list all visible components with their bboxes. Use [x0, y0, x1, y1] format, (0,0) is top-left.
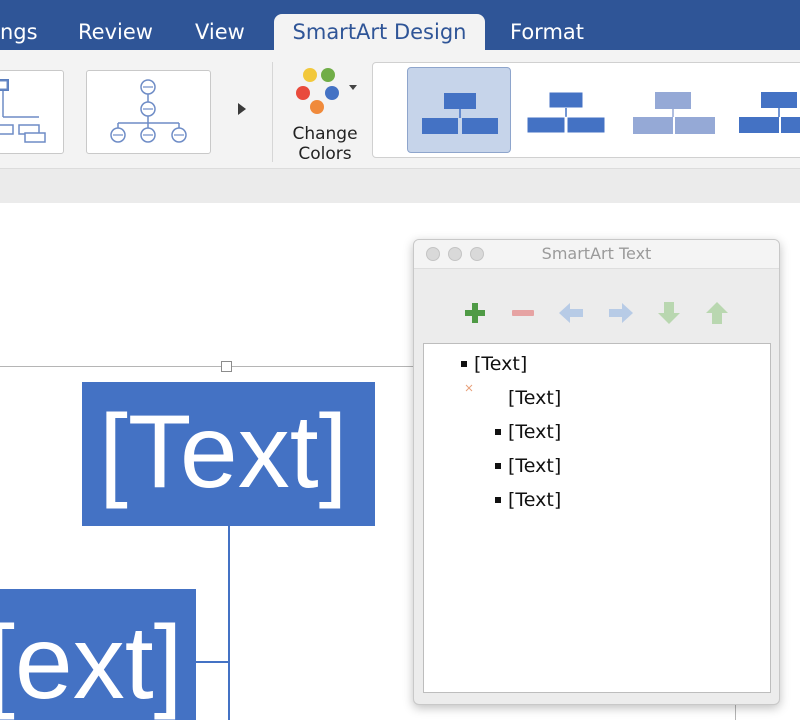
arrow-right-icon: [609, 303, 633, 323]
connector-line: [196, 661, 229, 663]
org-chart-style-icon: [422, 93, 498, 134]
selection-frame-border: [0, 366, 413, 367]
move-up-button[interactable]: [702, 300, 732, 326]
list-item[interactable]: [Text]: [474, 352, 527, 376]
move-down-button[interactable]: [654, 300, 684, 326]
resize-handle[interactable]: [221, 361, 232, 372]
circle-hierarchy-layout-icon: [110, 79, 187, 143]
add-bullet-button[interactable]: [460, 300, 490, 326]
demote-button[interactable]: [606, 300, 636, 326]
style-thumbnail-simple-fill[interactable]: [407, 67, 511, 153]
change-colors-label-line2: Colors: [298, 144, 352, 164]
list-item[interactable]: [Text]: [508, 454, 561, 478]
list-item[interactable]: [Text]: [508, 386, 561, 410]
style-thumbnail-moderate-effect[interactable]: [729, 67, 800, 153]
layout-gallery-next-button[interactable]: [232, 94, 252, 124]
smartart-child-shape[interactable]: [ext]: [0, 589, 196, 720]
tab-format[interactable]: Format: [510, 14, 584, 50]
smartart-top-shape-text: [Text]: [99, 394, 348, 510]
minus-icon: [512, 310, 534, 316]
arrow-up-icon: [706, 302, 728, 324]
layout-thumbnail-hierarchy[interactable]: [0, 70, 64, 154]
list-item[interactable]: [Text]: [508, 488, 561, 512]
hierarchy-layout-icon: [0, 79, 46, 143]
promote-button[interactable]: [556, 300, 586, 326]
text-pane-list[interactable]: [Text] [Text] [Text] [Text] [Text]: [423, 343, 771, 693]
smartart-text-pane: SmartArt Text [Text] [Text] [Text] [Text…: [413, 239, 780, 705]
empty-bullet-marker-icon: [465, 384, 473, 392]
tab-view[interactable]: View: [195, 14, 245, 50]
remove-bullet-button[interactable]: [508, 300, 538, 326]
bullet-icon: [461, 361, 467, 367]
color-palette-icon: [296, 68, 357, 114]
style-thumbnail-subtle-effect[interactable]: [623, 67, 727, 153]
tab-settings-partial[interactable]: ngs: [0, 14, 38, 50]
text-pane-title: SmartArt Text: [541, 244, 652, 263]
smartart-child-shape-text: [ext]: [0, 605, 183, 720]
arrow-down-icon: [658, 302, 680, 324]
ribbon-tab-bar: ngs Review View SmartArt Design Format: [0, 0, 800, 50]
bullet-icon: [495, 497, 501, 503]
list-item[interactable]: [Text]: [508, 420, 561, 444]
org-chart-style-icon: [633, 92, 715, 134]
connector-line: [228, 526, 230, 720]
play-right-icon: [238, 103, 246, 115]
plus-icon: [465, 303, 485, 323]
org-chart-style-icon: [526, 91, 606, 134]
tab-smartart-design[interactable]: SmartArt Design: [274, 14, 485, 50]
smartart-styles-gallery: [372, 62, 800, 158]
bullet-icon: [495, 463, 501, 469]
text-pane-titlebar[interactable]: SmartArt Text: [414, 240, 779, 269]
arrow-left-icon: [559, 303, 583, 323]
ribbon-bottom-bar: [0, 168, 800, 204]
change-colors-button[interactable]: Change Colors: [282, 62, 368, 168]
tab-review[interactable]: Review: [78, 14, 153, 50]
org-chart-style-icon: [739, 92, 800, 133]
bullet-icon: [495, 429, 501, 435]
change-colors-label-line1: Change: [292, 124, 358, 144]
style-thumbnail-white-outline[interactable]: [515, 67, 619, 153]
layout-thumbnail-circle-hierarchy[interactable]: [86, 70, 211, 154]
ribbon-group-divider: [272, 62, 273, 162]
smartart-top-shape[interactable]: [Text]: [82, 382, 375, 526]
